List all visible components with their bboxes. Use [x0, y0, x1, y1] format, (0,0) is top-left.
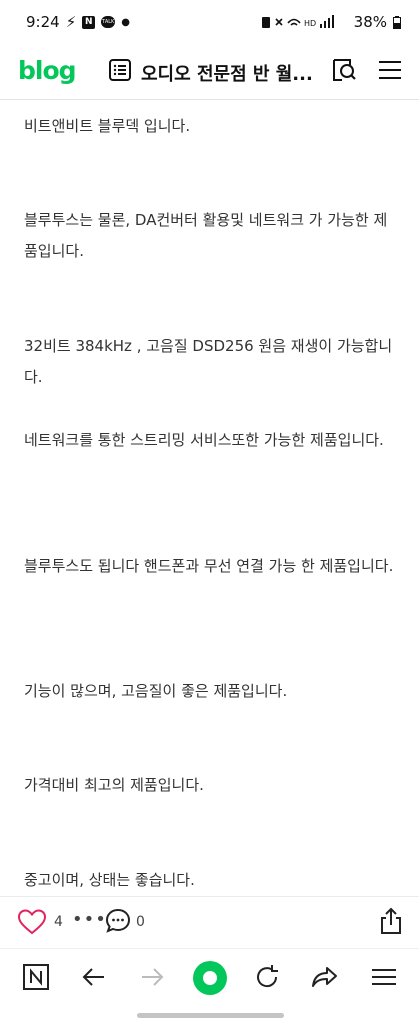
post-paragraph: 가격대비 최고의 제품입니다.: [24, 776, 204, 794]
post-title[interactable]: 오디오 전문점 반 월...: [141, 60, 317, 86]
share-arrow-icon[interactable]: [311, 963, 339, 991]
kakaotalk-icon: TALK: [101, 16, 116, 28]
post-content: 비트앤비트 블루덱 입니다. 블루투스는 물론, DA컨버터 활용및 네트워크 …: [0, 101, 419, 896]
home-indicator[interactable]: [137, 1013, 284, 1018]
post-paragraph: 블루투스는 물론, DA컨버터 활용및 네트워크 가 가능한 제품입니다.: [24, 211, 388, 260]
post-paragraph: 네트워크를 통한 스트리밍 서비스또한 가능한 제품입니다.: [24, 431, 384, 449]
post-paragraph: 기능이 많으며, 고음질이 좋은 제품입니다.: [24, 682, 288, 700]
blog-logo[interactable]: blog: [18, 56, 77, 85]
notification-dot-icon: ●: [121, 16, 130, 28]
home-icon[interactable]: [193, 961, 227, 995]
status-right: HD 38%: [261, 13, 401, 31]
search-icon[interactable]: [330, 56, 358, 84]
bolt-icon: ⚡: [65, 13, 77, 31]
status-bar: 9:24 ⚡ N TALK ● HD 38%: [0, 0, 419, 44]
post-paragraph: 32비트 384kHz , 고음질 DSD256 원음 재생이 가능합니다.: [24, 337, 393, 386]
menu-icon[interactable]: [378, 58, 402, 82]
like-count: 4: [54, 914, 63, 930]
svg-text:HD: HD: [304, 19, 316, 28]
forward-arrow-icon[interactable]: [138, 963, 166, 991]
battery-percent: 38%: [353, 13, 387, 31]
more-options-icon[interactable]: •••: [72, 909, 107, 930]
share-icon[interactable]: [378, 907, 404, 935]
naver-app-icon: N: [82, 15, 96, 29]
comment-count: 0: [136, 914, 145, 930]
menu-icon[interactable]: [370, 963, 398, 991]
blog-header: blog 오디오 전문점 반 월...: [0, 44, 419, 100]
post-paragraph: 비트앤비트 블루덱 입니다.: [24, 117, 191, 135]
battery-icon: [393, 15, 401, 29]
post-paragraph: 중고이며, 상태는 좋습니다.: [24, 871, 195, 889]
post-action-bar: 4 ••• 0: [0, 896, 419, 948]
status-time: 9:24: [26, 13, 60, 31]
post-paragraph: 블루투스도 됩니다 핸드폰과 무선 연결 가능 한 제품입니다.: [24, 557, 394, 575]
back-arrow-icon[interactable]: [80, 963, 108, 991]
screen: 9:24 ⚡ N TALK ● HD 38% blog 오디오 전문점 반 월.…: [0, 0, 419, 1024]
reload-icon[interactable]: [253, 963, 281, 991]
status-left: 9:24 ⚡ N TALK ●: [26, 13, 130, 31]
naver-n-icon[interactable]: [22, 963, 50, 991]
heart-icon[interactable]: [18, 909, 46, 935]
signal-icons: HD: [261, 15, 334, 28]
list-icon[interactable]: [108, 58, 132, 82]
browser-bottom-nav: [0, 948, 419, 1008]
comment-icon[interactable]: [105, 908, 131, 934]
